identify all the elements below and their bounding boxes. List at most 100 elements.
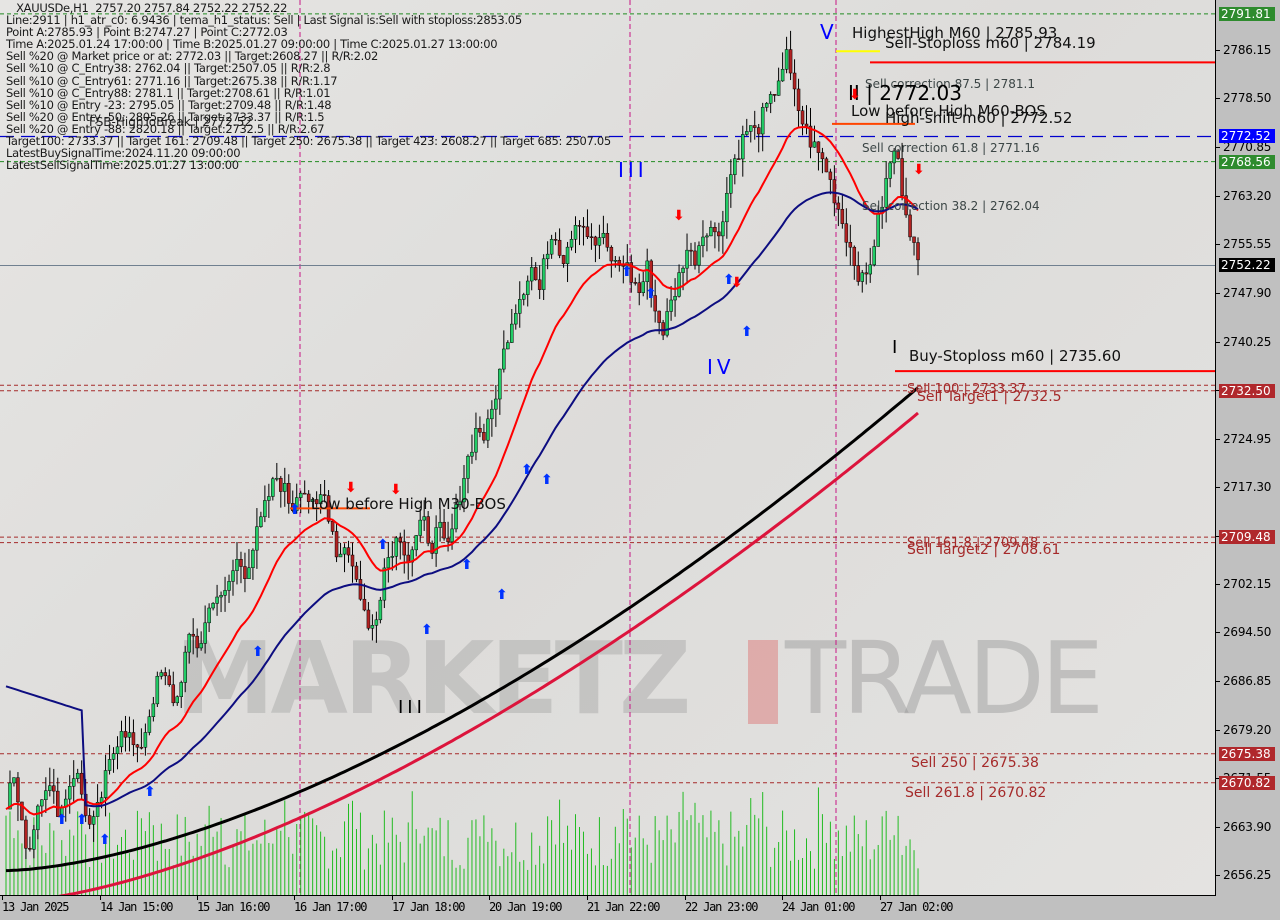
candle-body — [167, 675, 172, 686]
candle-body — [792, 72, 797, 90]
candle-body — [211, 603, 215, 609]
candle-body — [713, 227, 717, 233]
candle-body — [366, 609, 371, 629]
candle-body — [697, 245, 701, 266]
time-tick-mark — [489, 896, 490, 900]
candle-body — [709, 227, 713, 237]
price-tick-label: 2724.95 — [1223, 431, 1272, 446]
candle-body — [844, 223, 849, 243]
level-label: Sell Target2 | 2708.61 — [907, 542, 1061, 558]
candle-body — [450, 528, 454, 543]
price-tick-mark — [1216, 292, 1220, 294]
buy-arrow-icon: ⬆ — [521, 462, 533, 478]
candle-body — [426, 516, 430, 544]
time-tick-mark — [587, 896, 588, 900]
candle-body — [115, 746, 120, 754]
candle-body — [593, 236, 598, 246]
candle-body — [215, 596, 219, 604]
candle-body — [263, 500, 267, 518]
buy-arrow-icon: ⬆ — [741, 324, 753, 340]
candle-body — [525, 280, 530, 295]
candle-body — [374, 619, 379, 626]
candle-body — [633, 282, 638, 284]
price-tick-label: 2686.85 — [1223, 673, 1272, 688]
candle-body — [414, 535, 418, 551]
candle-body — [40, 799, 44, 807]
candle-body — [689, 249, 693, 252]
candle-body — [482, 432, 486, 441]
price-tick-mark — [1216, 341, 1220, 343]
candle-body — [394, 537, 399, 557]
candle-body — [175, 696, 180, 704]
time-axis[interactable]: 13 Jan 2025 14 Jan 15:00 15 Jan 16:00 16 Ja… — [0, 896, 1216, 920]
candle-body — [752, 125, 757, 128]
candle-body — [382, 567, 387, 601]
time-tick-label: 17 Jan 18:00 — [392, 900, 466, 914]
candle-body — [32, 829, 36, 850]
price-tick-mark — [1216, 147, 1220, 149]
candle-body — [24, 819, 28, 849]
candle-body — [123, 731, 128, 738]
candle-body — [721, 221, 725, 237]
buy-arrow-icon: ⬆ — [377, 537, 389, 553]
candle-body — [223, 590, 227, 596]
candle-body — [637, 282, 641, 293]
sell-arrow-icon: ⬇ — [673, 208, 685, 224]
ma-slow-line — [5, 386, 919, 873]
price-tick-mark — [1216, 98, 1220, 100]
candle-body — [717, 231, 721, 237]
price-badge: 2791.81 — [1219, 6, 1275, 21]
candle-body — [900, 158, 904, 196]
candle-body — [741, 134, 745, 160]
level-label: Sell 250 | 2675.38 — [911, 755, 1039, 771]
price-tick-label: 2786.15 — [1223, 42, 1272, 57]
candle-body — [828, 171, 833, 180]
sell-arrow-icon: ⬇ — [731, 275, 743, 291]
candle-body — [573, 225, 578, 240]
candle-body — [247, 567, 251, 579]
buy-arrow-icon: ⬆ — [99, 832, 111, 848]
info-line: Sell %10 @ C_Entry61: 2771.16 || Target:… — [6, 73, 338, 88]
candle-body — [848, 242, 853, 248]
candle-body — [231, 570, 235, 582]
candle-body — [28, 848, 32, 850]
candle-body — [422, 516, 426, 521]
candle-body — [147, 716, 152, 733]
candle-body — [275, 477, 279, 480]
price-tick-label: 2656.25 — [1223, 868, 1272, 883]
chart-area[interactable]: MARKETZ TRADE XAUUSDe,H1 2757.20 2757.84… — [0, 0, 1216, 896]
time-tick-mark — [197, 896, 198, 900]
candle-body — [131, 732, 136, 746]
buy-arrow-icon: ⬆ — [421, 622, 433, 638]
candle-body — [48, 785, 52, 791]
candle-body — [514, 313, 518, 325]
wave-label: III — [398, 697, 426, 718]
candle-body — [298, 492, 303, 498]
price-badge: 2732.50 — [1219, 383, 1275, 398]
candle-body — [287, 482, 291, 504]
candle-body — [12, 777, 16, 784]
candle-body — [506, 342, 510, 350]
wave-label: V — [820, 20, 838, 44]
candle-body — [537, 279, 542, 290]
candle-body — [613, 260, 618, 262]
price-tick-label: 2694.50 — [1223, 625, 1272, 640]
candle-body — [378, 599, 383, 621]
candle-body — [191, 633, 195, 637]
candle-body — [510, 323, 514, 343]
candle-body — [868, 264, 872, 275]
candle-body — [398, 537, 403, 543]
price-badge: 2675.38 — [1219, 746, 1275, 761]
candle-body — [370, 625, 375, 629]
candle-body — [533, 267, 538, 281]
price-tick-label: 2747.90 — [1223, 285, 1272, 300]
candle-body — [725, 192, 729, 223]
time-tick-label: 22 Jan 23:00 — [685, 900, 759, 914]
time-tick-mark — [782, 896, 783, 900]
candle-body — [163, 672, 168, 677]
candle-body — [796, 88, 801, 111]
candle-body — [302, 492, 307, 495]
candle-body — [354, 565, 359, 580]
wave-label: III — [618, 158, 648, 182]
candle-body — [860, 272, 865, 282]
